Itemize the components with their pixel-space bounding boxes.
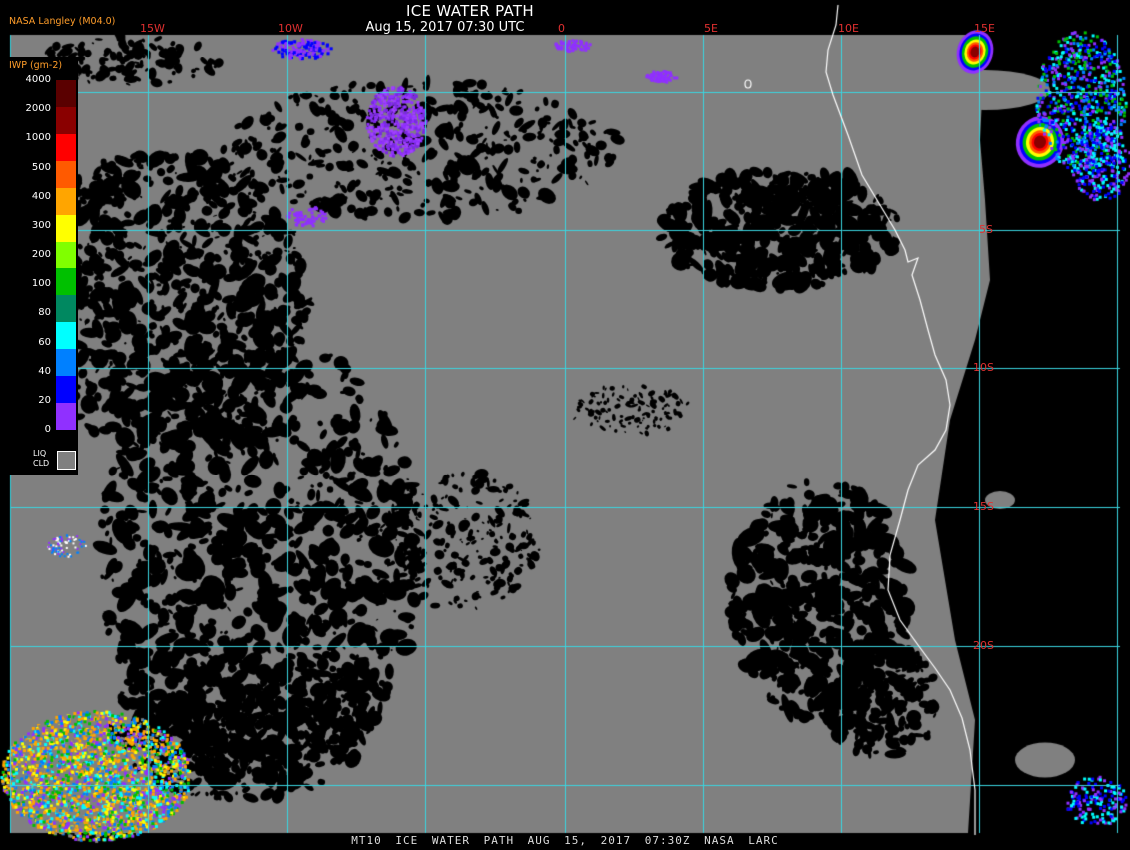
lon-label-10e: 10E (838, 22, 859, 35)
legend-tick-label: 100 (31, 278, 51, 290)
legend-tick-label: 0 (44, 424, 51, 435)
cld-label: CLD (33, 459, 50, 468)
liq-label: LIQ (33, 449, 47, 458)
legend-swatch (56, 322, 76, 350)
legend-color-bar (56, 80, 76, 431)
legend-swatch (56, 376, 76, 404)
legend-swatch (56, 106, 76, 134)
legend-tick-label: 4000 (25, 74, 51, 85)
legend-swatch (56, 133, 76, 161)
legend-swatch (56, 187, 76, 215)
legend-swatch (56, 295, 76, 323)
legend-tick-label: 400 (31, 190, 51, 202)
map-title: ICE WATER PATH (406, 2, 534, 20)
legend-tick-label: 200 (31, 249, 51, 260)
lat-label-20s: 20S (973, 639, 994, 652)
lon-label-15e: 15E (974, 22, 995, 35)
legend-swatch (56, 214, 76, 242)
liq-cld-label: LIQ CLD (33, 449, 49, 469)
lon-label-15w: 15W (140, 22, 165, 35)
liquid-cloud-swatch (57, 451, 76, 470)
legend-tick-label: 500 (31, 161, 51, 173)
lon-label-5e: 5E (704, 22, 718, 35)
legend-swatch (56, 349, 76, 377)
legend-tick-label: 80 (38, 307, 51, 319)
footer-caption: MT10 ICE WATER PATH AUG 15, 2017 07:30Z … (351, 834, 779, 847)
legend-tick-label: 2000 (25, 103, 51, 115)
satellite-map[interactable] (0, 0, 1130, 850)
color-legend: IWP (gm-2) 4000 2000 1000 500 400 300 200 100 80… (5, 57, 78, 475)
legend-tick-label: 40 (38, 365, 51, 377)
legend-swatch (56, 268, 76, 296)
legend-swatch (56, 403, 76, 431)
legend-title: IWP (gm-2) (9, 60, 63, 71)
legend-swatch (56, 160, 76, 188)
legend-swatch (56, 80, 76, 107)
legend-tick-label: 60 (38, 336, 51, 348)
lat-label-5s: 5S (979, 223, 993, 236)
lat-label-10s: 10S (973, 361, 994, 374)
legend-swatch (56, 241, 76, 269)
producer-label: NASA Langley (M04.0) (9, 16, 116, 27)
map-date: Aug 15, 2017 07:30 UTC (365, 20, 525, 35)
legend-tick-label: 1000 (25, 132, 51, 144)
legend-tick-label: 300 (31, 219, 51, 231)
lon-label-0: 0 (558, 22, 565, 35)
lon-label-10w: 10W (278, 22, 303, 35)
lat-label-15s: 15S (973, 500, 994, 513)
legend-tick-label: 20 (38, 394, 51, 406)
